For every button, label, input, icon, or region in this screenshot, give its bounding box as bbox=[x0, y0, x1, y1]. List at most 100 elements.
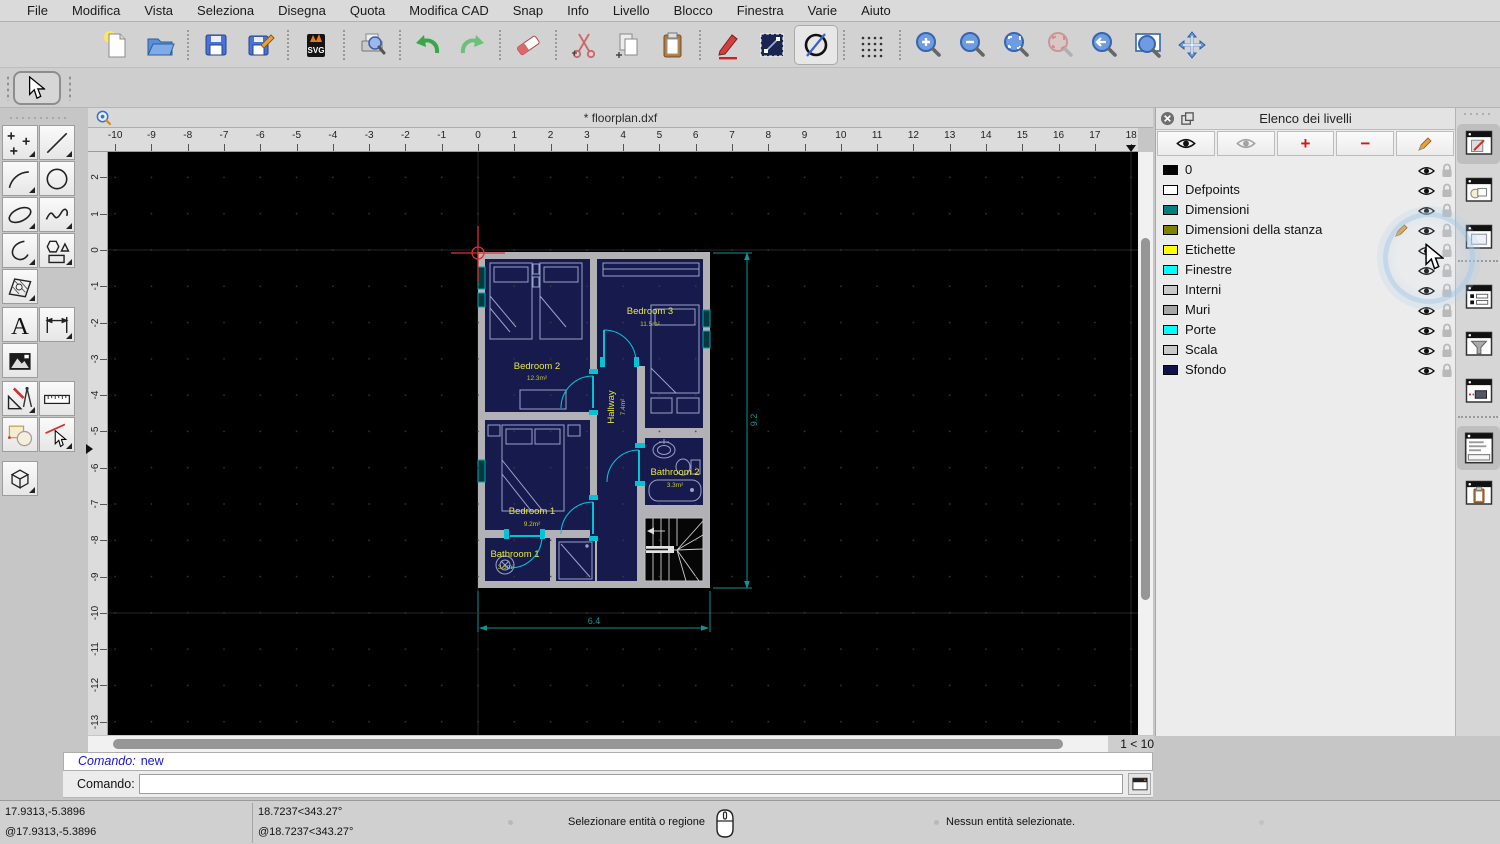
tool-palette: A bbox=[0, 108, 88, 736]
draw-settings-tool-button[interactable] bbox=[2, 381, 38, 416]
drag-handle[interactable] bbox=[8, 116, 70, 120]
horizontal-scrollbar[interactable] bbox=[88, 736, 1113, 752]
layer-visibility-eye-icon[interactable] bbox=[1418, 364, 1435, 382]
hruler-tick-label: 16 bbox=[1052, 130, 1065, 141]
layer-row[interactable]: Porte bbox=[1156, 320, 1455, 340]
layer-row[interactable]: Scala bbox=[1156, 340, 1455, 360]
undo-button[interactable] bbox=[406, 25, 450, 65]
menu-blocco[interactable]: Blocco bbox=[662, 3, 725, 18]
hruler-tick bbox=[151, 144, 153, 151]
restrict-nothing-button[interactable] bbox=[794, 24, 838, 65]
save-button[interactable] bbox=[194, 25, 238, 65]
menu-aiuto[interactable]: Aiuto bbox=[849, 3, 903, 18]
ellipse-tool-button[interactable] bbox=[2, 197, 38, 232]
menu-modifica[interactable]: Modifica bbox=[60, 3, 132, 18]
edit-properties-button[interactable] bbox=[706, 25, 750, 65]
menu-info[interactable]: Info bbox=[555, 3, 601, 18]
hide-all-layers-button[interactable] bbox=[1216, 131, 1275, 156]
select-tool-button[interactable] bbox=[39, 417, 75, 452]
polyline-tool-button[interactable] bbox=[2, 233, 38, 268]
entity-list-dock-button[interactable] bbox=[1460, 278, 1498, 318]
laser-pointer-dock-button[interactable] bbox=[1460, 372, 1498, 412]
polygon-tool-button[interactable] bbox=[39, 233, 75, 268]
text-tool-button[interactable]: A bbox=[2, 307, 38, 342]
print-preview-button[interactable] bbox=[350, 25, 394, 65]
layer-row[interactable]: Interni bbox=[1156, 280, 1455, 300]
menu-quota[interactable]: Quota bbox=[338, 3, 397, 18]
drag-handle[interactable] bbox=[68, 75, 72, 101]
add-layer-button[interactable]: + bbox=[1276, 131, 1335, 156]
menu-modifica-cad[interactable]: Modifica CAD bbox=[397, 3, 500, 18]
layer-lock-icon[interactable] bbox=[1441, 363, 1453, 383]
zoom-window-button[interactable] bbox=[1126, 25, 1170, 65]
menu-snap[interactable]: Snap bbox=[501, 3, 555, 18]
zoom-previous-button[interactable] bbox=[1038, 25, 1082, 65]
menu-varie[interactable]: Varie bbox=[796, 3, 849, 18]
horizontal-scrollbar-thumb[interactable] bbox=[113, 739, 1063, 749]
redo-button[interactable] bbox=[450, 25, 494, 65]
edit-layer-button[interactable] bbox=[1396, 131, 1454, 156]
svg-export-button[interactable]: SVG bbox=[294, 25, 338, 65]
vruler-tick bbox=[100, 250, 107, 251]
menu-file[interactable]: File bbox=[15, 3, 60, 18]
hruler-tick bbox=[985, 144, 987, 151]
layer-name: Defpoints bbox=[1185, 182, 1240, 197]
application-window: File Modifica Vista Seleziona Disegna Quota Mo… bbox=[0, 0, 1500, 844]
drawing-canvas[interactable]: Bedroom 2 12.3m² Bedroom 3 11.5m² Bedroo… bbox=[108, 152, 1138, 735]
draw-order-button[interactable] bbox=[750, 25, 794, 65]
solid-tool-button[interactable] bbox=[2, 461, 38, 496]
menu-seleziona[interactable]: Seleziona bbox=[185, 3, 266, 18]
hruler-tick bbox=[369, 144, 371, 151]
arc-tool-button[interactable] bbox=[2, 161, 38, 196]
line-tool-button[interactable] bbox=[39, 125, 75, 160]
remove-layer-button[interactable]: − bbox=[1336, 131, 1395, 156]
menu-vista[interactable]: Vista bbox=[132, 3, 185, 18]
menu-livello[interactable]: Livello bbox=[601, 3, 662, 18]
vertical-scrollbar-thumb[interactable] bbox=[1141, 238, 1150, 600]
command-input[interactable] bbox=[139, 774, 1123, 794]
dimension-tool-button[interactable] bbox=[39, 307, 75, 342]
paste-button[interactable] bbox=[650, 25, 694, 65]
show-all-layers-button[interactable] bbox=[1157, 131, 1215, 156]
new-file-button[interactable] bbox=[94, 25, 138, 65]
spline-tool-button[interactable] bbox=[39, 197, 75, 232]
clipboard-dock-button[interactable] bbox=[1460, 474, 1498, 514]
zoom-out-button[interactable] bbox=[950, 25, 994, 65]
image-tool-button[interactable] bbox=[2, 343, 38, 378]
selection-filter-dock-button[interactable] bbox=[1460, 325, 1498, 365]
drag-handle[interactable] bbox=[1462, 112, 1494, 116]
layer-row[interactable]: 0 bbox=[1156, 160, 1455, 180]
points-tool-button[interactable] bbox=[2, 125, 38, 160]
auto-zoom-button[interactable] bbox=[994, 25, 1038, 65]
layer-row[interactable]: Dimensioni bbox=[1156, 200, 1455, 220]
command-popout-button[interactable] bbox=[1128, 773, 1151, 795]
measure-tool-button[interactable] bbox=[39, 381, 75, 416]
block-list-dock-button[interactable] bbox=[1460, 171, 1498, 211]
pan-button[interactable] bbox=[1170, 25, 1214, 65]
circle-tool-button[interactable] bbox=[39, 161, 75, 196]
zoom-back-button[interactable] bbox=[1082, 25, 1126, 65]
drag-handle[interactable] bbox=[6, 75, 10, 101]
menu-disegna[interactable]: Disegna bbox=[266, 3, 338, 18]
layer-row[interactable]: Etichette bbox=[1156, 240, 1455, 260]
hatch-tool-button[interactable] bbox=[2, 269, 38, 304]
delete-button[interactable] bbox=[506, 25, 550, 65]
layer-row[interactable]: Dimensioni della stanza bbox=[1156, 220, 1455, 240]
save-as-button[interactable] bbox=[238, 25, 282, 65]
selection-tool-button[interactable] bbox=[13, 71, 61, 105]
cut-button[interactable] bbox=[562, 25, 606, 65]
layer-row[interactable]: Defpoints bbox=[1156, 180, 1455, 200]
layer-row[interactable]: Muri bbox=[1156, 300, 1455, 320]
layer-row[interactable]: Finestre bbox=[1156, 260, 1455, 280]
open-file-button[interactable] bbox=[138, 25, 182, 65]
library-browser-dock-button[interactable] bbox=[1460, 218, 1498, 258]
menu-finestra[interactable]: Finestra bbox=[725, 3, 796, 18]
toggle-grid-button[interactable] bbox=[850, 25, 894, 65]
modify-tool-button[interactable] bbox=[2, 417, 38, 452]
command-line-dock-button[interactable] bbox=[1457, 426, 1500, 470]
zoom-in-button[interactable] bbox=[906, 25, 950, 65]
layer-list-dock-button[interactable] bbox=[1457, 124, 1500, 164]
copy-button[interactable] bbox=[606, 25, 650, 65]
vertical-scrollbar[interactable] bbox=[1138, 152, 1153, 735]
layer-row[interactable]: Sfondo bbox=[1156, 360, 1455, 380]
